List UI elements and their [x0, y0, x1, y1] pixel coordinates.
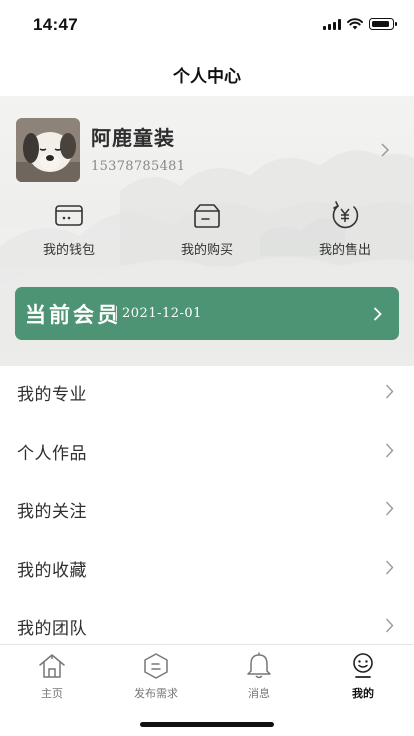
menu-item-label: 我的团队	[17, 619, 87, 639]
wallet-icon	[55, 205, 83, 226]
tab-label: 我的	[352, 687, 374, 700]
quick-action-label: 我的售出	[318, 243, 371, 258]
menu-item-works[interactable]: 个人作品	[0, 421, 414, 480]
status-icons	[323, 18, 397, 30]
menu-item-major[interactable]: 我的专业	[0, 362, 414, 421]
chevron-right-icon	[385, 443, 394, 457]
tab-mine[interactable]: 我的	[311, 651, 414, 701]
status-bar: 14:47	[0, 0, 414, 52]
membership-title: 当前会员	[25, 302, 121, 327]
menu-list: 我的专业 个人作品 我的关注 我的收藏 我的团队	[0, 362, 414, 655]
cellular-signal-icon	[323, 18, 341, 30]
chevron-right-icon	[385, 501, 394, 516]
status-time: 14:47	[33, 15, 78, 34]
menu-item-label: 我的关注	[17, 502, 87, 522]
chevron-right-icon	[385, 560, 394, 574]
quick-action-label: 我的购买	[180, 243, 233, 258]
quick-action-label: 我的钱包	[42, 243, 95, 258]
box-icon	[194, 204, 220, 228]
tab-messages[interactable]: 消息	[207, 651, 311, 701]
chevron-right-icon	[385, 618, 394, 633]
avatar[interactable]	[16, 118, 80, 182]
home-icon	[39, 654, 65, 678]
quick-action-wallet[interactable]: 我的钱包	[19, 200, 119, 258]
battery-icon	[369, 18, 397, 30]
profile-card[interactable]: 阿鹿童装 15378785481	[16, 118, 398, 184]
home-indicator	[140, 722, 274, 727]
tab-label: 消息	[248, 687, 270, 700]
menu-item-label: 我的专业	[17, 385, 87, 405]
tab-label: 主页	[41, 687, 63, 700]
puppy-avatar-image	[16, 118, 80, 182]
profile-name: 阿鹿童装	[91, 126, 175, 150]
menu-item-following[interactable]: 我的关注	[0, 479, 414, 538]
menu-item-label: 个人作品	[17, 443, 87, 464]
quick-action-purchases[interactable]: 我的购买	[157, 200, 257, 258]
quick-action-sales[interactable]: 我的售出	[295, 200, 395, 258]
chevron-right-icon[interactable]	[380, 143, 390, 157]
yen-icon	[332, 201, 359, 229]
user-icon	[353, 653, 373, 678]
chevron-right-icon	[385, 384, 394, 399]
profile-phone: 15378785481	[91, 159, 186, 174]
tab-label: 发布需求	[134, 687, 178, 700]
tab-publish[interactable]: 发布需求	[104, 651, 208, 701]
bell-icon	[247, 652, 271, 679]
membership-date: 2021-12-01	[122, 306, 202, 321]
membership-card[interactable]: 当前会员 2021-12-01	[15, 287, 399, 340]
tab-home[interactable]: 主页	[0, 651, 104, 701]
page-title: 个人中心	[173, 67, 241, 87]
menu-item-label: 我的收藏	[17, 560, 87, 581]
chevron-right-icon	[373, 307, 382, 321]
membership-divider	[116, 306, 117, 321]
menu-item-favorites[interactable]: 我的收藏	[0, 538, 414, 597]
wifi-icon	[347, 18, 363, 30]
publish-icon	[144, 653, 168, 679]
